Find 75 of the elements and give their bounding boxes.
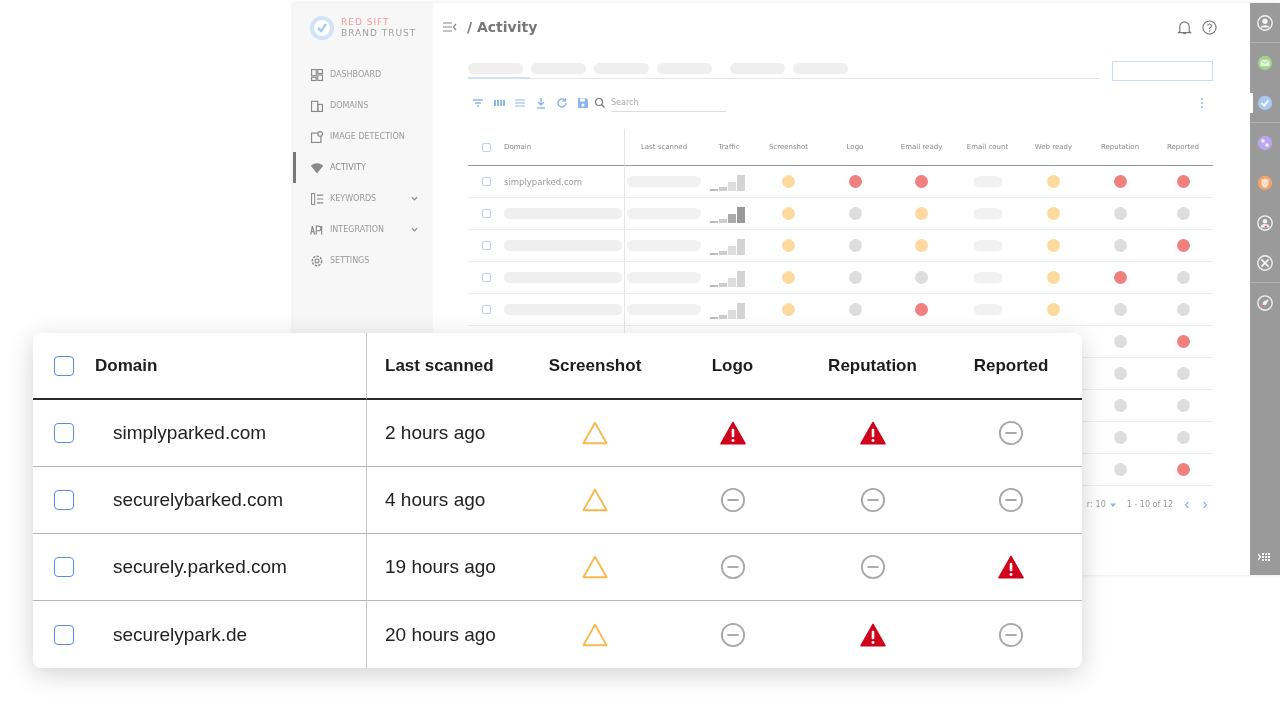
grid-circle-icon[interactable] bbox=[1256, 134, 1274, 152]
check-circle-logo-icon bbox=[309, 15, 335, 41]
bell-icon[interactable] bbox=[1177, 19, 1192, 35]
checkbox[interactable] bbox=[54, 557, 74, 577]
column-header[interactable]: Logo bbox=[711, 355, 754, 376]
envelope-icon[interactable] bbox=[1256, 54, 1274, 72]
column-header[interactable]: Domain bbox=[95, 355, 158, 376]
column-header[interactable]: Reputation bbox=[828, 355, 917, 376]
save-icon[interactable] bbox=[577, 97, 589, 109]
brand-name: RED SIFT bbox=[341, 17, 391, 28]
collapse-menu-icon[interactable] bbox=[443, 21, 457, 33]
tab-indicator bbox=[468, 77, 530, 79]
signal-bars-icon bbox=[710, 204, 748, 223]
checkbox[interactable] bbox=[481, 209, 491, 218]
page-title: / Activity bbox=[467, 19, 539, 35]
filter-icon[interactable] bbox=[472, 97, 484, 109]
sidebar-item[interactable]: KEYWORDS bbox=[293, 183, 433, 214]
input-field[interactable] bbox=[1112, 61, 1213, 81]
refresh-icon[interactable] bbox=[556, 97, 568, 109]
column-header[interactable]: Reported bbox=[973, 355, 1049, 376]
page-range: 1 - 10 of 12 bbox=[1126, 500, 1173, 509]
signal-bars-icon bbox=[710, 268, 748, 287]
wifi-icon bbox=[310, 160, 324, 175]
more-options-icon[interactable] bbox=[1199, 97, 1205, 109]
checkbox[interactable] bbox=[54, 355, 74, 376]
sidebar-item[interactable]: INTEGRATION bbox=[293, 214, 433, 245]
previous-page-icon[interactable] bbox=[1183, 500, 1191, 509]
last-scanned-text: 2 hours ago bbox=[385, 422, 486, 444]
domain-text: securely.parked.com bbox=[113, 556, 287, 578]
expand-apps-icon[interactable] bbox=[1258, 551, 1272, 563]
sidebar-item[interactable]: DASHBOARD bbox=[293, 59, 433, 90]
domain-text: securelypark.de bbox=[113, 623, 248, 646]
checkbox[interactable] bbox=[481, 273, 491, 282]
brand-subtitle: BRAND TRUST bbox=[341, 28, 417, 39]
signal-bars-icon bbox=[710, 300, 748, 319]
checkbox[interactable] bbox=[481, 241, 491, 250]
column-header[interactable]: Last scanned bbox=[385, 355, 494, 376]
checkbox[interactable] bbox=[481, 305, 491, 314]
sidebar-item[interactable]: SETTINGS bbox=[293, 245, 433, 276]
download-icon[interactable] bbox=[535, 97, 547, 109]
checkbox[interactable] bbox=[54, 490, 74, 510]
sidebar-item[interactable]: ACTIVITY bbox=[293, 152, 433, 183]
next-page-icon[interactable] bbox=[1201, 500, 1209, 509]
checkbox[interactable] bbox=[481, 142, 491, 152]
signal-bars-icon bbox=[710, 236, 748, 255]
domain-text: securelybarked.com bbox=[113, 489, 284, 511]
list-icon bbox=[310, 191, 324, 206]
building-icon bbox=[310, 98, 324, 113]
user-badge-icon[interactable] bbox=[1256, 214, 1274, 232]
settings-icon bbox=[310, 253, 324, 268]
shield-icon[interactable] bbox=[1256, 174, 1274, 192]
last-scanned-text: 4 hours ago bbox=[385, 489, 486, 511]
help-icon[interactable] bbox=[1202, 19, 1217, 35]
last-scanned-text: 19 hours ago bbox=[385, 556, 496, 578]
checkbox[interactable] bbox=[54, 624, 74, 645]
domain-text: simplyparked.com bbox=[504, 176, 583, 187]
density-icon[interactable] bbox=[514, 97, 526, 109]
page-size-select[interactable]: 10 bbox=[1095, 500, 1106, 509]
domain-text: simplyparked.com bbox=[113, 422, 267, 444]
columns-icon[interactable] bbox=[493, 97, 505, 109]
last-scanned-text: 20 hours ago bbox=[385, 623, 496, 646]
api-icon bbox=[310, 222, 324, 237]
image-search-icon bbox=[310, 129, 324, 144]
column-header[interactable]: Screenshot bbox=[548, 355, 642, 376]
checkbox[interactable] bbox=[54, 423, 74, 443]
search-field[interactable]: Search bbox=[611, 94, 726, 112]
user-icon[interactable] bbox=[1256, 13, 1274, 32]
dashboard-icon bbox=[310, 67, 324, 82]
sidebar-item[interactable]: DOMAINS bbox=[293, 90, 433, 121]
search-icon bbox=[594, 97, 606, 109]
signal-bars-icon bbox=[710, 172, 748, 191]
checkbox[interactable] bbox=[481, 177, 491, 186]
check-circle-icon[interactable] bbox=[1256, 93, 1274, 112]
rows-per-page-label: r: bbox=[1086, 500, 1093, 509]
sidebar-item[interactable]: IMAGE DETECTION bbox=[293, 121, 433, 152]
